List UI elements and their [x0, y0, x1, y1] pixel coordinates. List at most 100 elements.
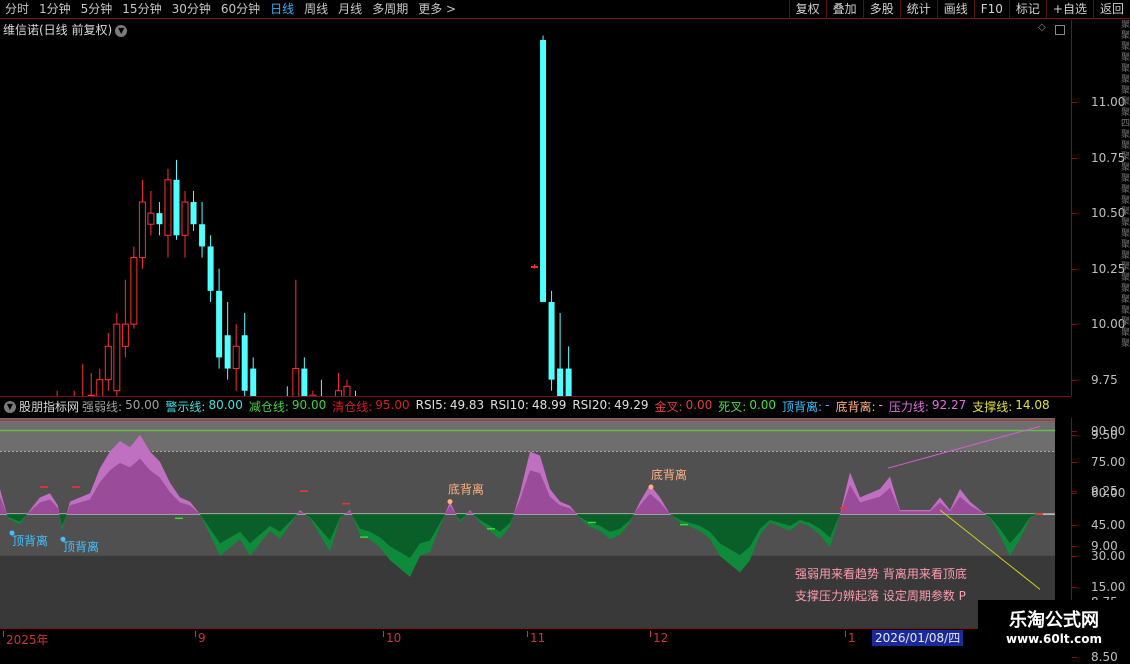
indicator-param: 强弱线: [82, 400, 123, 414]
candle [343, 379, 351, 396]
logo-url: www.60lt.com [1005, 632, 1103, 646]
candle [156, 202, 163, 236]
indicator-param-value: 0.00 [749, 398, 777, 412]
bottom-div-marker [648, 484, 654, 490]
indicator-param: 顶背离: [782, 400, 823, 414]
toolbar-button[interactable]: +自选 [1045, 0, 1093, 19]
candle [199, 202, 206, 258]
indicator-params: 强弱线: 50.00 警示线: 80.00 减仓线: 90.00 清仓线: 95.00… [82, 398, 1056, 415]
candle [96, 368, 104, 396]
bottom-div-marker [447, 499, 453, 505]
indicator-param: 压力线: [888, 400, 929, 414]
toolbar-button[interactable]: 标记 [1008, 0, 1046, 19]
candle [87, 372, 95, 396]
bottom-div-label: 底背离 [448, 482, 484, 497]
toolbar-button[interactable]: 返回 [1092, 0, 1130, 19]
warning-zone [0, 418, 1055, 452]
timeframe-tab[interactable]: 日线 [265, 0, 299, 19]
candle [250, 357, 257, 396]
toolbar-button[interactable]: 叠加 [825, 0, 863, 19]
candle [164, 168, 172, 258]
indicator-param: 清仓线: [332, 400, 373, 414]
candle [82, 364, 84, 396]
side-panel-text: 聚聚聚聚聚聚聚聚聚四聚聚聚聚聚聚聚聚聚聚聚聚聚聚聚聚聚聚聚聚 [1121, 20, 1130, 349]
time-label-sep: 9 [195, 631, 206, 645]
candle [173, 159, 180, 240]
timeframe-tab[interactable]: 多周期 [367, 0, 413, 19]
price-tick: 11.00 [1072, 95, 1125, 109]
indicator-tick: 30.00 [1072, 549, 1125, 563]
timeframe-tab[interactable]: 月线 [333, 0, 367, 19]
time-label-year: 2025年 [3, 631, 49, 647]
toolbar-button[interactable]: F10 [973, 0, 1009, 19]
toolbar-buttons: 复权 叠加 多股 统计 画线 F10 标记 +自选 返回 [788, 0, 1130, 19]
period-toolbar: 分时 1分钟 5分钟 15分钟 30分钟 60分钟 日线 周线 月线 多周期 更多 > 复权 叠加 多股… [0, 0, 1130, 19]
timeframe-tabs: 分时 1分钟 5分钟 15分钟 30分钟 60分钟 日线 周线 月线 多周期 更多 > [0, 0, 461, 19]
toolbar-button[interactable]: 统计 [899, 0, 937, 19]
timeframe-tab[interactable]: 30分钟 [167, 0, 216, 19]
candle [121, 279, 129, 358]
indicator-param-value: 49.83 [449, 398, 485, 412]
indicator-tick: 45.00 [1072, 518, 1125, 532]
note-line-1: 强弱用来看趋势 背离用来看顶底 [795, 567, 967, 581]
indicator-param: 支撑线: [972, 400, 1013, 414]
timeframe-tab[interactable]: 分时 [0, 0, 34, 19]
price-tick: 10.75 [1072, 151, 1125, 165]
candle [540, 35, 547, 302]
indicator-param: RSI20: [572, 398, 612, 412]
top-div-label: 顶背离 [63, 539, 99, 554]
time-label-jan: 1 [845, 631, 856, 645]
time-label-dec: 12 [649, 631, 669, 645]
candle [565, 346, 572, 396]
toolbar-button[interactable]: 多股 [862, 0, 900, 19]
site-logo: 乐淘公式网 www.60lt.com [978, 600, 1130, 650]
indicator-param-value: 92.27 [931, 398, 967, 412]
candle [232, 324, 240, 391]
indicator-param: 底背离: [835, 400, 876, 414]
toolbar-button[interactable]: 画线 [936, 0, 974, 19]
indicator-param: 减仓线: [248, 400, 289, 414]
price-tick: 9.75 [1072, 373, 1122, 387]
indicator-param: RSI5: [415, 398, 447, 412]
timeframe-tab[interactable]: 15分钟 [117, 0, 166, 19]
candle [224, 301, 231, 380]
timeframe-tab[interactable]: 1分钟 [34, 0, 76, 19]
candle [301, 357, 308, 396]
indicator-param: RSI10: [490, 398, 529, 412]
bottom-div-label: 底背离 [651, 467, 687, 482]
indicator-param-value: - [878, 398, 883, 412]
note-line-2: 支撑压力辨起落 设定周期参数 P [795, 589, 966, 603]
candle [207, 235, 214, 302]
candle [190, 190, 197, 231]
timeframe-tab[interactable]: 更多 > [413, 0, 461, 19]
candle [548, 290, 555, 391]
indicator-param-value: 48.99 [531, 398, 567, 412]
candle [138, 179, 146, 269]
time-label-nov: 11 [526, 631, 546, 645]
indicator-param-value: 49.29 [614, 398, 649, 412]
candle [241, 313, 248, 396]
candle [286, 386, 288, 396]
top-div-label: 顶背离 [12, 533, 48, 548]
timeframe-tab[interactable]: 周线 [299, 0, 333, 19]
indicator-param-value: 14.08 [1015, 398, 1050, 412]
timeframe-tab[interactable]: 5分钟 [76, 0, 118, 19]
indicator-param-value: 0.00 [685, 398, 713, 412]
candle [320, 379, 322, 396]
candle [334, 372, 342, 396]
current-date-box: 2026/01/08/四 [872, 630, 964, 646]
candle [147, 190, 155, 236]
price-axis: 11.00 10.75 10.50 10.25 10.00 9.75 9.50 9.25 9.0… [1071, 20, 1125, 664]
toolbar-button[interactable]: 复权 [788, 0, 826, 19]
indicator-param-value: 90.00 [291, 398, 327, 412]
candle [181, 190, 189, 258]
indicator-header: ▼ 股朋指标网 强弱线: 50.00 警示线: 80.00 减仓线: 90.00 清仓… [0, 396, 1071, 416]
candlestick-chart[interactable] [0, 20, 1071, 396]
indicator-axis: 90.00 75.00 60.00 45.00 30.00 15.00 [1071, 418, 1125, 628]
candle [557, 313, 564, 396]
timeframe-tab[interactable]: 60分钟 [216, 0, 265, 19]
logo-title: 乐淘公式网 [1009, 610, 1099, 631]
chevron-down-icon[interactable]: ▼ [4, 400, 16, 413]
candle [104, 333, 112, 391]
indicator-tick: 75.00 [1072, 455, 1125, 469]
